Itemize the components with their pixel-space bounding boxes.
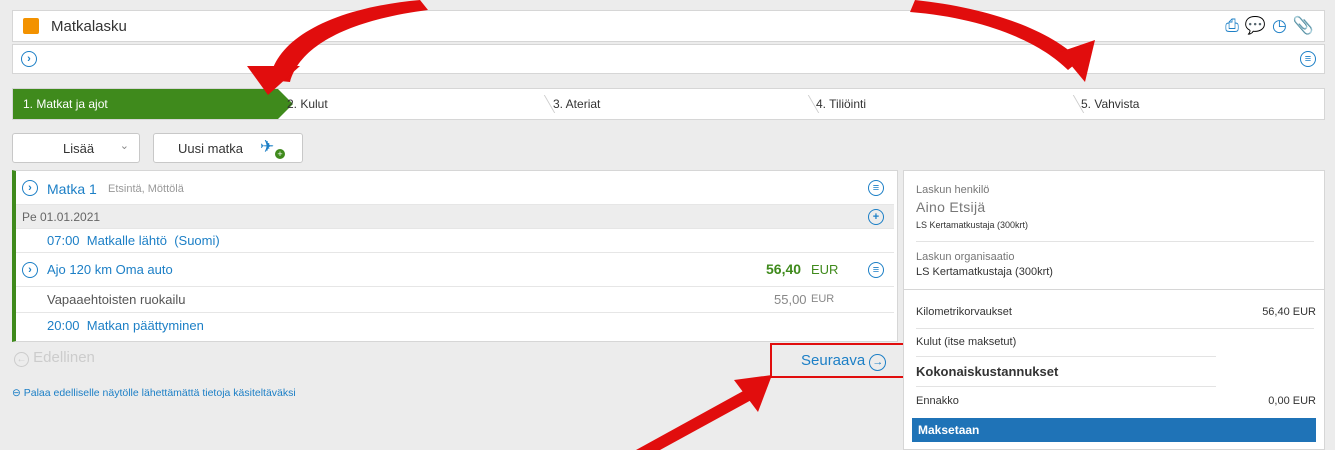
arrow-to-next xyxy=(636,390,755,450)
arrow-to-step5 xyxy=(910,0,1080,70)
annotation-arrows xyxy=(247,0,1095,450)
arrow-to-step1 xyxy=(247,66,300,95)
